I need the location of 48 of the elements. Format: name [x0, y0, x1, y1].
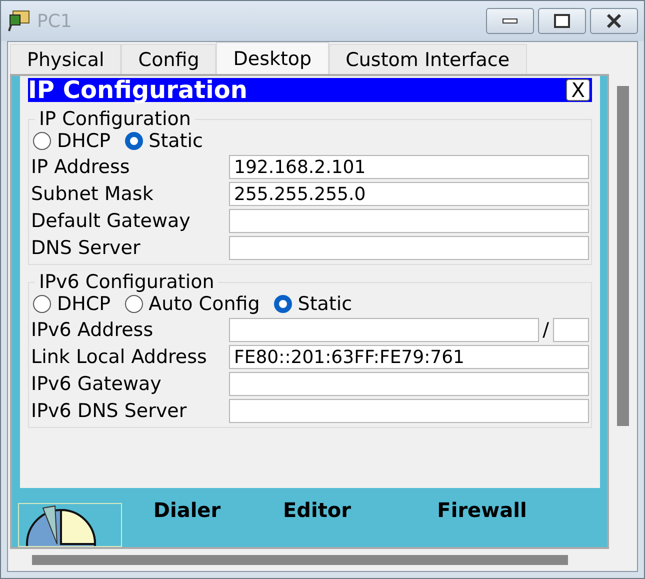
input-field[interactable]: [229, 399, 589, 423]
field-label: IPv6 Gateway: [31, 373, 162, 395]
field-label: DNS Server: [31, 237, 142, 259]
field-label: IPv6 Address: [31, 319, 154, 341]
radio-option[interactable]: DHCP: [31, 293, 113, 315]
group-title: IP Configuration: [38, 108, 192, 130]
radio-option[interactable]: Static: [122, 130, 205, 152]
app-label[interactable]: Editor: [252, 499, 382, 521]
radio-icon[interactable]: [124, 132, 143, 150]
radio-option[interactable]: Auto Config: [122, 293, 262, 315]
radio-icon[interactable]: [33, 132, 51, 150]
tab[interactable]: Custom Interface: [328, 44, 527, 74]
field-label: Default Gateway: [31, 210, 192, 232]
input-field[interactable]: [229, 236, 589, 260]
input-field[interactable]: 255.255.255.0: [229, 182, 589, 206]
radio-icon[interactable]: [33, 295, 51, 313]
input-field[interactable]: FE80::201:63FF:FE79:761: [229, 345, 589, 369]
scrollbar-thumb[interactable]: [617, 86, 629, 426]
prefix-separator: /: [542, 319, 549, 341]
maximize-icon: [554, 14, 570, 28]
dialog-title: IP Configuration: [28, 78, 248, 102]
maximize-button[interactable]: [538, 8, 586, 34]
close-button[interactable]: X: [566, 79, 590, 101]
radio-option[interactable]: Static: [272, 293, 354, 315]
app-label[interactable]: Dialer: [122, 499, 252, 521]
prefix-field[interactable]: [553, 318, 589, 342]
radio-icon[interactable]: [124, 295, 143, 313]
app-label[interactable]: Firewall: [382, 499, 582, 521]
field-label: IPv6 DNS Server: [31, 400, 188, 422]
input-field[interactable]: [229, 318, 539, 342]
minimize-button[interactable]: [486, 8, 534, 34]
radio-option[interactable]: DHCP: [31, 130, 113, 152]
radio-icon[interactable]: [274, 295, 292, 313]
field-label: Link Local Address: [31, 346, 208, 368]
scrollbar-thumb[interactable]: [32, 555, 568, 565]
window-title: PC1: [37, 10, 73, 32]
field-label: Subnet Mask: [31, 183, 154, 205]
tab[interactable]: Desktop: [216, 42, 329, 74]
input-field[interactable]: 192.168.2.101: [229, 155, 589, 179]
group-title: IPv6 Configuration: [38, 271, 216, 293]
tab[interactable]: Config: [121, 44, 216, 74]
input-field[interactable]: [229, 372, 589, 396]
close-button[interactable]: [590, 8, 638, 34]
close-icon: [606, 14, 622, 28]
tab[interactable]: Physical: [10, 44, 122, 74]
minimize-icon: [502, 18, 518, 24]
field-label: IP Address: [31, 156, 131, 178]
input-field[interactable]: [229, 209, 589, 233]
